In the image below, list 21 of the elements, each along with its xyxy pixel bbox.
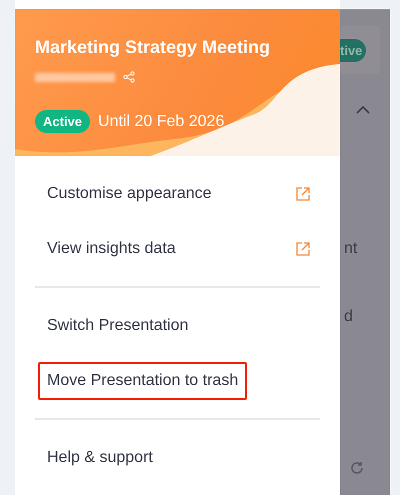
backdrop-text: d [344,308,353,325]
menu-item-label: Switch Presentation [46,316,190,336]
expiry-date: Until 20 Feb 2026 [98,112,224,130]
menu-item[interactable]: Customise appearance [15,166,340,222]
menu-item-label: Customise appearance [46,184,213,204]
external-link-icon [296,242,310,256]
menu-item[interactable]: Help & support [15,430,340,485]
backdrop-text: nt [344,240,358,257]
share-icon[interactable] [123,71,135,83]
menu-item-label: Help & support [46,448,154,468]
status-badge: Active [35,110,90,133]
menu-item-label: View insights data [46,238,177,259]
menu-item[interactable]: Move Presentation to trash [15,353,340,408]
menu-item-label: Move Presentation to trash [38,362,248,400]
presentation-title: Marketing Strategy Meeting [35,36,272,58]
external-link-icon [296,186,310,201]
menu-item[interactable]: Switch Presentation [15,298,340,354]
refresh-icon [350,461,364,475]
menu-item[interactable]: View insights data [15,221,340,276]
status-badge: tive [340,38,366,62]
chevron-up-icon [356,106,370,114]
